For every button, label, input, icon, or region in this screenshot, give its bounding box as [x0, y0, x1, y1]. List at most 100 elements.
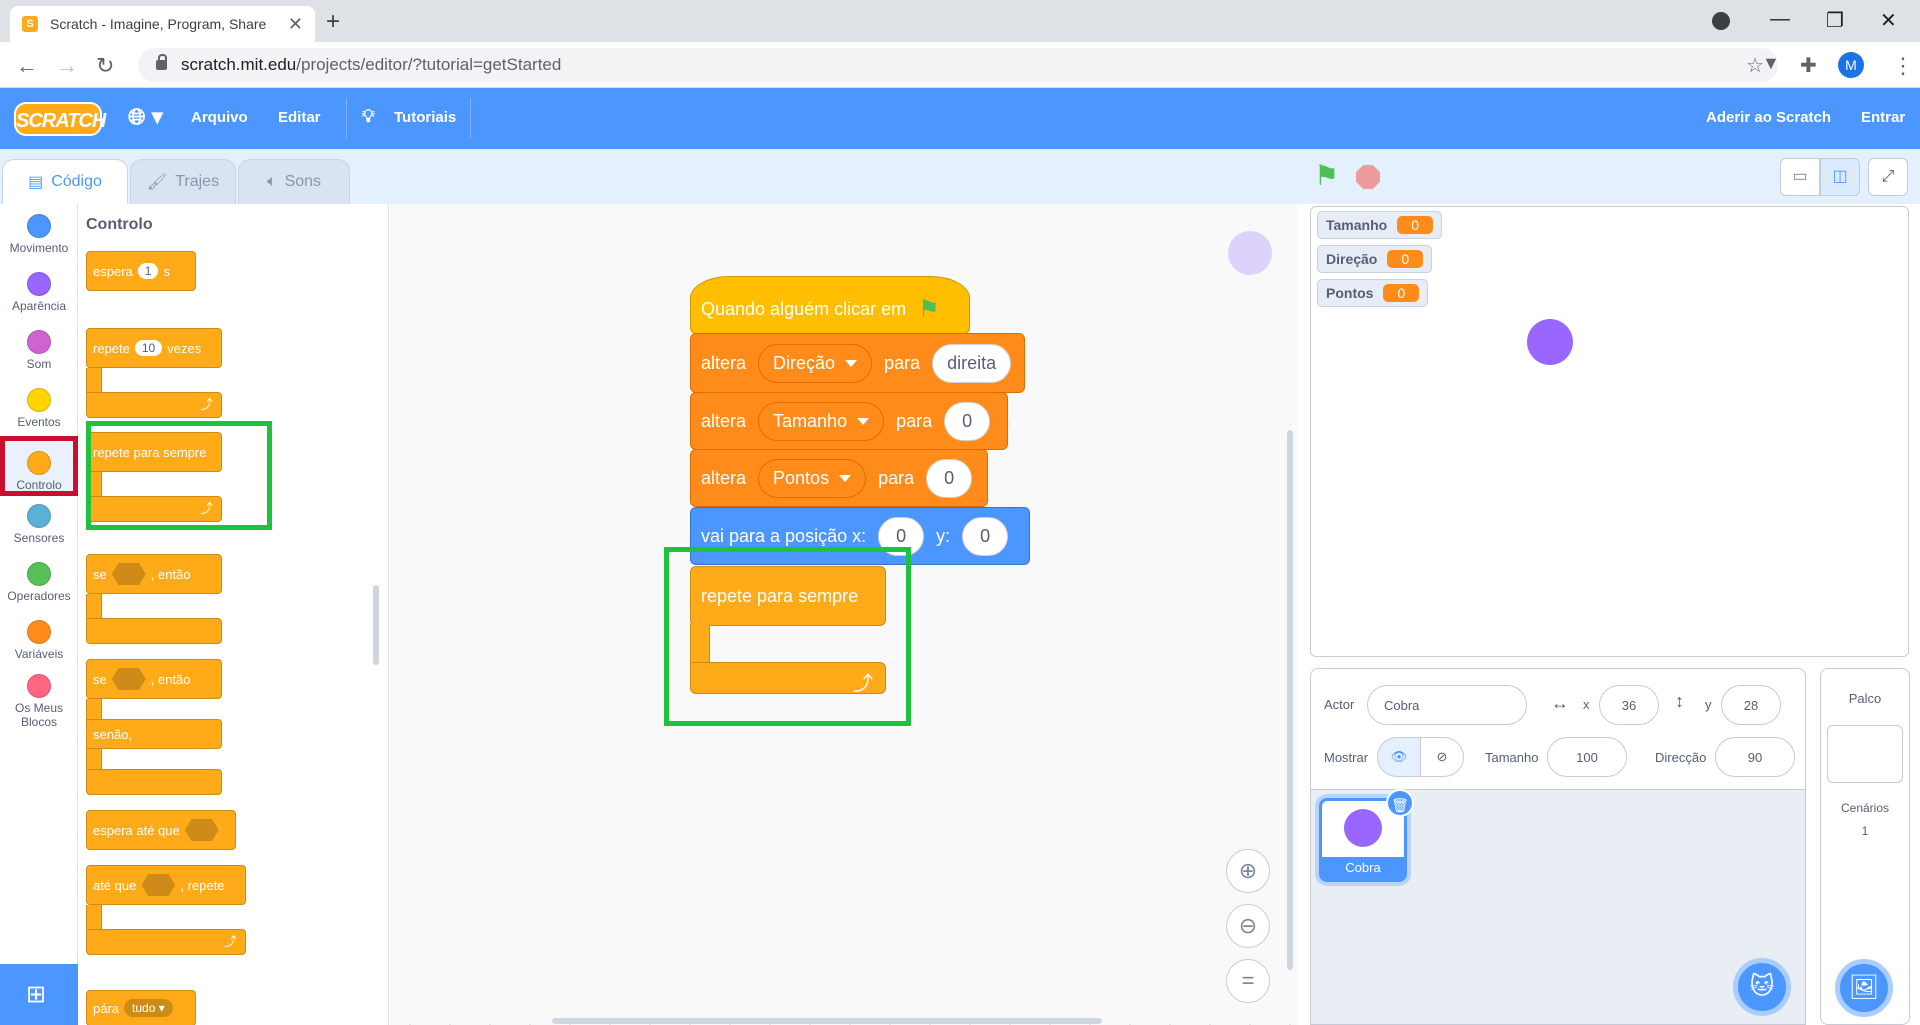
value-input[interactable]: 0 [944, 401, 991, 441]
close-window-icon[interactable]: ✕ [1880, 8, 1897, 33]
category-sensing[interactable]: Sensores [0, 504, 78, 545]
block-if-else[interactable]: se, então [86, 659, 222, 699]
show-hidden-button[interactable]: ⊘ [1420, 737, 1464, 777]
boolean-slot[interactable] [111, 668, 146, 690]
category-variables[interactable]: Variáveis [0, 620, 78, 661]
small-stage-button[interactable]: ▭ [1780, 158, 1820, 196]
zoom-reset-button[interactable]: = [1226, 959, 1270, 1003]
extension-icon[interactable]: ▼ [1762, 53, 1780, 74]
menu-edit[interactable]: Editar [278, 109, 321, 126]
scratch-logo[interactable]: SCRATCH [14, 102, 106, 136]
x-arrows-icon: ↔ [1551, 693, 1569, 713]
menu-divider [346, 98, 347, 138]
reload-icon[interactable]: ↻ [96, 53, 114, 79]
sprite-cobra[interactable] [1527, 319, 1573, 365]
profile-avatar[interactable]: M [1838, 52, 1864, 78]
stage-canvas[interactable]: Tamanho 0 Direção 0 Pontos 0 [1310, 206, 1909, 657]
stage-header: ⚑ ▭ ◫ ⤢ [1298, 149, 1920, 204]
menu-file[interactable]: Arquivo [191, 109, 248, 126]
palette-heading: Controlo [86, 216, 153, 233]
browser-menu-icon[interactable]: ⋮ [1892, 53, 1914, 79]
browser-tab[interactable]: S Scratch - Imagine, Program, Share ✕ [10, 6, 315, 42]
extensions-puzzle-icon[interactable]: ✚ [1800, 53, 1817, 78]
workspace-vertical-scrollbar[interactable] [1287, 430, 1293, 970]
x-position-input[interactable]: 36 [1599, 685, 1659, 725]
category-my-blocks[interactable]: Os Meus Blocos [0, 674, 78, 729]
palette-scrollbar[interactable] [373, 585, 379, 665]
workspace-horizontal-scrollbar[interactable] [552, 1018, 1102, 1024]
restore-icon[interactable]: ❐ [1826, 8, 1844, 33]
variable-dropdown[interactable]: Tamanho [758, 401, 885, 441]
block-else-label: senão, [86, 719, 222, 749]
variable-dropdown[interactable]: Direção [758, 343, 873, 383]
category-control[interactable]: Controlo [0, 436, 78, 496]
green-flag-button[interactable]: ⚑ [1314, 159, 1339, 192]
tab-code[interactable]: ▤ Código [2, 159, 128, 204]
sign-in-link[interactable]: Entrar [1861, 109, 1905, 126]
block-if-then[interactable]: se, então [86, 554, 222, 594]
zoom-in-button[interactable]: ⊕ [1226, 849, 1270, 893]
y-label: y [1705, 697, 1712, 712]
category-dot [27, 214, 51, 238]
sprite-tile-cobra[interactable]: Cobra 🗑︎ [1319, 789, 1414, 882]
block-set-size[interactable]: altera Tamanho para 0 [690, 392, 1008, 450]
block-stop[interactable]: pára tudo ▾ [86, 990, 196, 1025]
add-sprite-button[interactable]: 🐱︎ [1733, 958, 1791, 1016]
add-backdrop-button[interactable]: 🖼︎ [1835, 959, 1893, 1017]
block-repeat-until[interactable]: até que, repete [86, 865, 246, 905]
category-motion[interactable]: Movimento [0, 214, 78, 255]
block-repeat[interactable]: repete 10 vezes [86, 328, 222, 368]
stop-button[interactable] [1356, 165, 1380, 189]
monitor-points[interactable]: Pontos 0 [1317, 279, 1429, 307]
stage-backdrop-panel[interactable]: Palco Cenários 1 🖼︎ [1820, 668, 1910, 1025]
sprite-name-input[interactable]: Cobra [1367, 685, 1527, 725]
category-events[interactable]: Eventos [0, 388, 78, 429]
category-looks[interactable]: Aparência [0, 272, 78, 313]
value-input[interactable]: direita [932, 343, 1012, 383]
size-input[interactable]: 100 [1547, 737, 1627, 777]
show-visible-button[interactable]: 👁︎ [1377, 737, 1421, 777]
delete-sprite-icon[interactable]: 🗑︎ [1386, 789, 1414, 817]
tab-sounds[interactable]: 🔈︎ Sons [238, 159, 350, 204]
forward-icon[interactable]: → [56, 53, 78, 79]
language-globe-icon[interactable]: 🌐︎ ▾ [128, 104, 163, 130]
category-sound[interactable]: Som [0, 330, 78, 371]
url-input[interactable]: scratch.mit.edu/projects/editor/?tutoria… [138, 48, 1778, 82]
join-scratch-link[interactable]: Aderir ao Scratch [1706, 109, 1831, 126]
zoom-out-button[interactable]: ⊖ [1226, 904, 1270, 948]
tab-title: Scratch - Imagine, Program, Share [50, 16, 267, 32]
block-set-direction[interactable]: altera Direção para direita [690, 333, 1025, 393]
stop-dropdown[interactable]: tudo ▾ [124, 999, 173, 1017]
menu-tutorials[interactable]: Tutoriais [394, 109, 456, 126]
block-repeat-arm [86, 368, 102, 394]
y-input[interactable]: 0 [962, 516, 1009, 556]
backdrop-thumbnail[interactable] [1827, 725, 1903, 783]
back-icon[interactable]: ← [16, 53, 38, 79]
normal-stage-button[interactable]: ◫ [1820, 158, 1860, 196]
category-dot [27, 272, 51, 296]
scratch-favicon-icon: S [22, 16, 38, 32]
category-operators[interactable]: Operadores [0, 562, 78, 603]
direction-input[interactable]: 90 [1715, 737, 1795, 777]
monitor-direction[interactable]: Direção 0 [1317, 245, 1433, 273]
monitor-size[interactable]: Tamanho 0 [1317, 211, 1442, 239]
close-tab-icon[interactable]: ✕ [288, 14, 303, 35]
add-extension-button[interactable]: ⊞ [0, 964, 78, 1025]
browser-tab-strip: S Scratch - Imagine, Program, Share ✕ + … [0, 0, 1920, 42]
block-set-points[interactable]: altera Pontos para 0 [690, 449, 988, 507]
boolean-slot[interactable] [141, 874, 176, 896]
new-tab-icon[interactable]: + [326, 8, 340, 36]
variable-dropdown[interactable]: Pontos [758, 458, 867, 498]
boolean-slot[interactable] [111, 563, 146, 585]
boolean-slot[interactable] [184, 819, 219, 841]
profile-menu-icon[interactable] [1712, 12, 1730, 30]
y-position-input[interactable]: 28 [1721, 685, 1781, 725]
block-wait[interactable]: espera 1 s [86, 251, 196, 291]
minimize-icon[interactable]: — [1770, 8, 1790, 31]
block-else-arm [86, 749, 102, 771]
value-input[interactable]: 0 [926, 458, 973, 498]
block-when-flag-clicked[interactable]: Quando alguém clicar em ⚑ [690, 276, 970, 334]
tab-costumes[interactable]: 🖌︎ Trajes [130, 159, 236, 204]
fullscreen-button[interactable]: ⤢ [1868, 158, 1908, 196]
block-wait-until[interactable]: espera até que [86, 810, 236, 850]
